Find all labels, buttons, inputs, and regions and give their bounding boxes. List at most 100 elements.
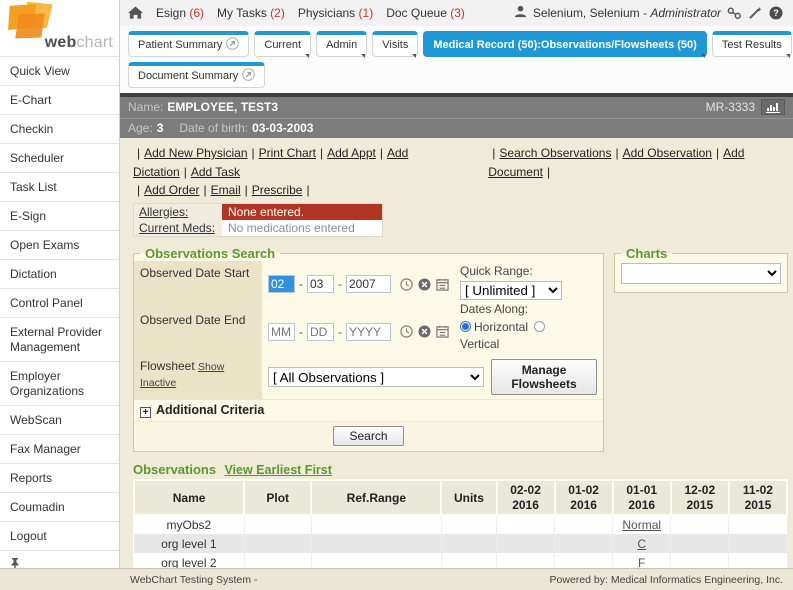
calendar-icon[interactable] [436, 325, 449, 338]
sidebar-item-control-panel[interactable]: Control Panel [0, 289, 119, 318]
obs-value-cell [729, 553, 787, 568]
obs-value-link[interactable]: C [637, 537, 646, 551]
help-icon[interactable]: ? [769, 6, 783, 20]
sidebar-item-scheduler[interactable]: Scheduler [0, 144, 119, 173]
sidebar-item-quick-view[interactable]: Quick View [0, 57, 119, 86]
popup-icon[interactable] [242, 68, 255, 84]
sidebar-item-reports[interactable]: Reports [0, 464, 119, 493]
flowsheet-select[interactable]: [ All Observations ] [268, 367, 484, 387]
search-observations-link[interactable]: Search Observations [499, 146, 611, 160]
column-header-01-02-2016: 01-02 2016 [555, 480, 613, 515]
clear-date-icon[interactable] [418, 325, 431, 338]
sidebar-item-employer-organizations[interactable]: Employer Organizations [0, 362, 119, 406]
tab-admin[interactable]: Admin [316, 31, 367, 57]
patient-dob: 03-03-2003 [252, 121, 313, 135]
vertical-radio[interactable] [534, 321, 545, 332]
tab-label: Admin [326, 39, 357, 51]
sidebar-item-task-list[interactable]: Task List [0, 173, 119, 202]
sidebar-item-fax-manager[interactable]: Fax Manager [0, 435, 119, 464]
add-order-link[interactable]: Add Order [144, 183, 199, 197]
current-meds-row: Current Meds: No medications entered [134, 220, 382, 236]
home-icon[interactable] [128, 6, 143, 20]
observations-table: NamePlotRef.RangeUnits02-02 201601-02 20… [133, 479, 788, 568]
horizontal-radio[interactable] [460, 321, 471, 332]
charts-select[interactable] [621, 263, 781, 284]
tab-medical-record-50-observations-flowsheets-50[interactable]: Medical Record (50):Observations/Flowshe… [423, 31, 706, 57]
print-chart-link[interactable]: Print Chart [259, 146, 316, 160]
additional-criteria-toggle[interactable]: Additional Criteria [134, 399, 603, 421]
date-start-dd-input[interactable] [307, 275, 334, 293]
email-link[interactable]: Email [211, 183, 241, 197]
obs-value-link[interactable]: Normal [622, 518, 661, 532]
sidebar-item-open-exams[interactable]: Open Exams [0, 231, 119, 260]
bar-chart-icon [766, 102, 780, 113]
date-end-mm-input[interactable] [268, 323, 295, 341]
sidebar-item-external-provider-management[interactable]: External Provider Management [0, 318, 119, 362]
sidebar: webchart Quick ViewE-ChartCheckinSchedul… [0, 0, 120, 568]
tab-label: Document Summary [138, 70, 238, 82]
prescribe-link[interactable]: Prescribe [252, 183, 303, 197]
calendar-icon[interactable] [436, 278, 449, 291]
sidebar-item-webscan[interactable]: WebScan [0, 406, 119, 435]
add-observation-link[interactable]: Add Observation [623, 146, 712, 160]
obs-value-cell [497, 534, 555, 553]
date-end-dd-input[interactable] [307, 323, 334, 341]
tab-test-results[interactable]: Test Results [712, 31, 792, 57]
allergies-value: None entered. [222, 204, 382, 220]
allergies-label: Allergies: [134, 204, 222, 220]
sidebar-item-coumadin[interactable]: Coumadin [0, 493, 119, 522]
tab-current[interactable]: Current [254, 31, 311, 57]
observations-table-body: myObs2Normalorg level 1Corg level 2FRace… [134, 515, 787, 568]
manage-flowsheets-button[interactable]: Manage Flowsheets [491, 359, 597, 395]
sidebar-item-dictation[interactable]: Dictation [0, 260, 119, 289]
obs-value-cell [671, 515, 729, 534]
nav-item-my-tasks[interactable]: My Tasks (2) [217, 6, 285, 20]
obs-plot-cell [244, 553, 311, 568]
search-button[interactable]: Search [333, 426, 403, 446]
sidebar-item-e-sign[interactable]: E-Sign [0, 202, 119, 231]
sidebar-item-logout[interactable]: Logout [0, 522, 119, 551]
clock-icon[interactable] [400, 325, 413, 338]
link-icon[interactable] [727, 7, 742, 20]
nav-item-esign[interactable]: Esign (6) [156, 6, 204, 20]
column-header-02-02-2016: 02-02 2016 [497, 480, 555, 515]
date-end-yyyy-input[interactable] [346, 323, 391, 341]
nav-item-physicians[interactable]: Physicians (1) [298, 6, 373, 20]
logo-text: webchart [45, 34, 113, 52]
sidebar-item-checkin[interactable]: Checkin [0, 115, 119, 144]
clock-icon[interactable] [400, 278, 413, 291]
obs-value-cell [729, 515, 787, 534]
obs-value-link[interactable]: F [638, 556, 645, 568]
obs-value-cell [555, 515, 613, 534]
user-icon [514, 5, 527, 21]
quick-range-panel: Quick Range: [ Unlimited ] Dates Along: … [455, 261, 603, 356]
user-name[interactable]: Selenium, Selenium - Administrator [533, 6, 721, 20]
webchart-logo: webchart [0, 0, 119, 57]
observation-links-right: |Search Observations|Add Observation|Add… [488, 144, 788, 181]
tab-visits[interactable]: Visits [372, 31, 418, 57]
nav-item-doc-queue[interactable]: Doc Queue (3) [386, 6, 465, 20]
view-earliest-first-link[interactable]: View Earliest First [224, 463, 331, 477]
observations-header: Observations View Earliest First [133, 462, 788, 477]
wand-icon[interactable] [748, 7, 763, 20]
date-start-yyyy-input[interactable] [346, 275, 391, 293]
dates-along-label: Dates Along: [460, 301, 598, 318]
quick-range-select[interactable]: [ Unlimited ] [460, 281, 562, 300]
clear-date-icon[interactable] [418, 278, 431, 291]
add-appt-link[interactable]: Add Appt [327, 146, 376, 160]
allergies-link[interactable]: Allergies: [139, 205, 188, 219]
observations-search-panel: Observations Search Observed Date Start … [133, 246, 604, 453]
popup-icon[interactable] [226, 37, 239, 53]
current-meds-link[interactable]: Current Meds: [139, 221, 215, 235]
patient-chart-button[interactable] [761, 99, 785, 115]
tab-document-summary[interactable]: Document Summary [128, 62, 265, 88]
obs-refrange-cell [311, 534, 441, 553]
tab-label: Medical Record (50):Observations/Flowshe… [433, 39, 696, 51]
date-start-mm-input[interactable] [268, 275, 295, 293]
add-new-physician-link[interactable]: Add New Physician [144, 146, 247, 160]
sidebar-item-e-chart[interactable]: E-Chart [0, 86, 119, 115]
current-meds-label: Current Meds: [134, 220, 222, 236]
tab-patient-summary[interactable]: Patient Summary [128, 31, 249, 57]
panels-row: Observations Search Observed Date Start … [133, 246, 788, 453]
add-task-link[interactable]: Add Task [191, 165, 240, 179]
